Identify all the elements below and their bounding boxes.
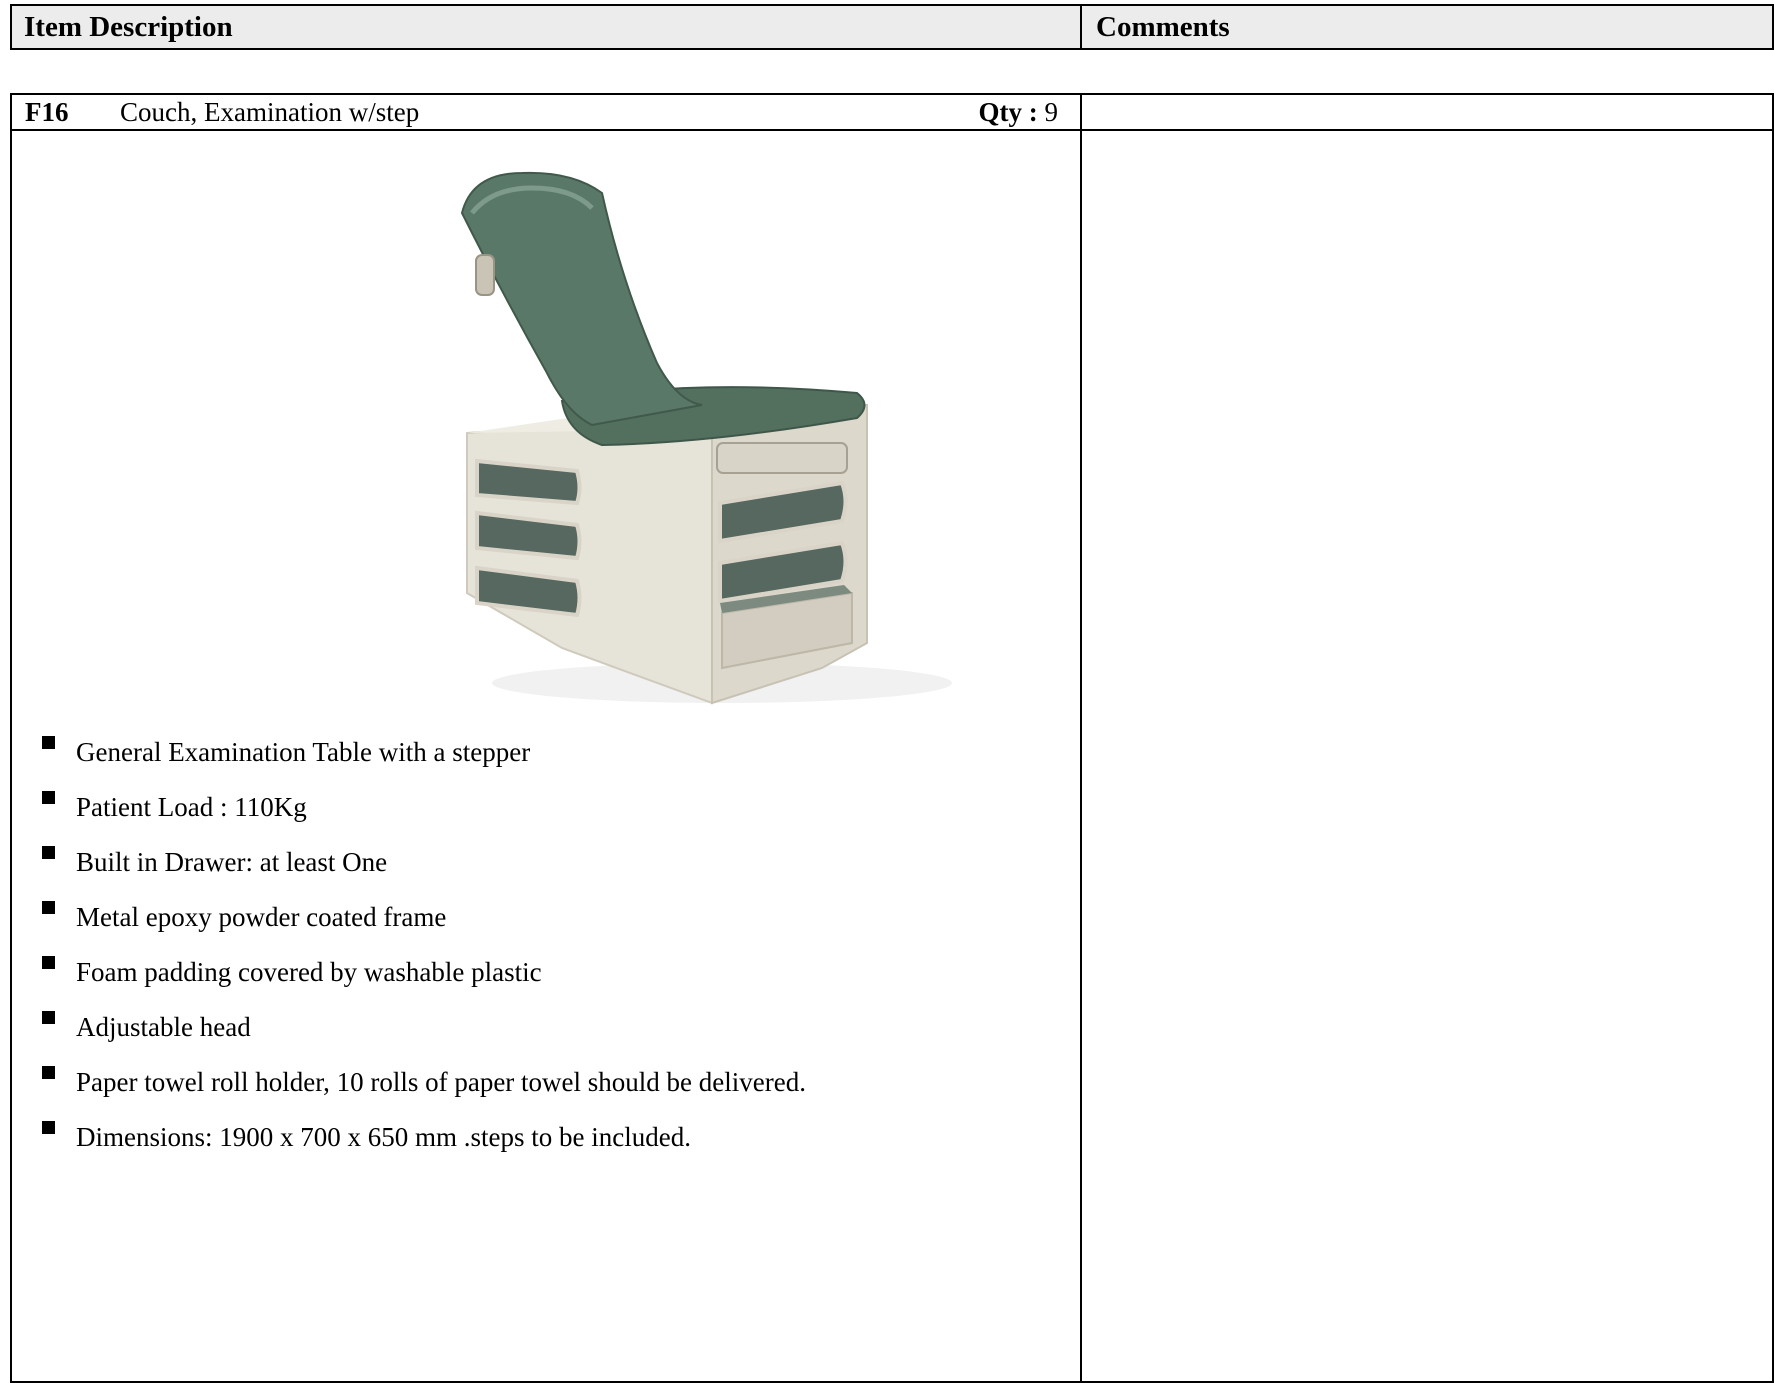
bullet-square-icon [42, 1011, 55, 1024]
qty-label: Qty : [978, 97, 1038, 127]
item-title-row: F16 Couch, Examination w/step Qty : 9 [12, 95, 1080, 129]
qty-value: 9 [1044, 97, 1059, 127]
list-item: Built in Drawer: at least One [32, 845, 1072, 879]
list-item: Dimensions: 1900 x 700 x 650 mm .steps t… [32, 1120, 1072, 1154]
bullet-square-icon [42, 846, 55, 859]
bullet-square-icon [42, 736, 55, 749]
bullet-square-icon [42, 1066, 55, 1079]
header-comments: Comments [1080, 6, 1772, 48]
bullet-square-icon [42, 901, 55, 914]
bullet-square-icon [42, 791, 55, 804]
item-qty: Qty : 9 [979, 95, 1058, 129]
examination-couch-image [460, 171, 952, 705]
list-item: Metal epoxy powder coated frame [32, 900, 1072, 934]
list-item: General Examination Table with a stepper [32, 735, 1072, 769]
feature-list: General Examination Table with a stepper… [32, 735, 1072, 1175]
bullet-square-icon [42, 956, 55, 969]
column-divider [1080, 95, 1082, 1381]
list-item: Paper towel roll holder, 10 rolls of pap… [32, 1065, 1072, 1099]
row-divider [12, 129, 1772, 131]
header-table: Item Description Comments [10, 4, 1774, 50]
list-item: Adjustable head [32, 1010, 1072, 1044]
item-name: Couch, Examination w/step [120, 97, 420, 127]
list-item: Foam padding covered by washable plastic [32, 955, 1072, 989]
bullet-square-icon [42, 1121, 55, 1134]
item-table: F16 Couch, Examination w/step Qty : 9 Ge… [10, 93, 1774, 1383]
header-item-description: Item Description [24, 11, 233, 43]
list-item: Patient Load : 110Kg [32, 790, 1072, 824]
item-code: F16 [25, 97, 69, 127]
